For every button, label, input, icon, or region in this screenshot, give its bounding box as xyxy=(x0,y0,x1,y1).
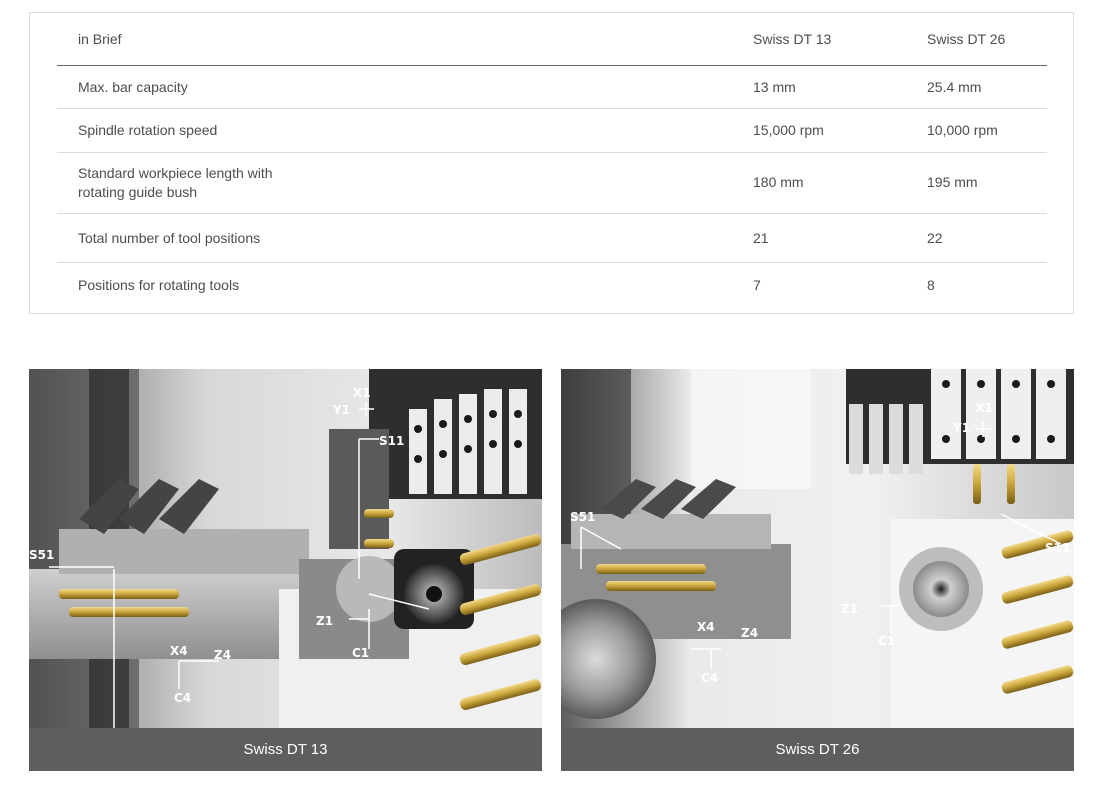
row-label-line2: rotating guide bush xyxy=(78,183,198,200)
axis-y1-label: Y1 xyxy=(952,421,970,435)
axis-z1-label: Z1 xyxy=(316,614,333,628)
machine-photo-dt26: X1 Y1 S11 S51 Z1 C1 X4 Z4 C4 xyxy=(561,369,1074,728)
row-value-dt26: 10,000 rpm xyxy=(906,108,1047,153)
axis-s51-label: S51 xyxy=(29,548,54,562)
axis-z4-label: Z4 xyxy=(741,626,758,640)
row-value-dt13: 180 mm xyxy=(732,152,906,214)
caption-dt26: Swiss DT 26 xyxy=(561,728,1074,771)
axis-c4-label: C4 xyxy=(701,671,718,685)
axis-x1-label: X1 xyxy=(975,401,993,415)
table-row: Positions for rotating tools 7 8 xyxy=(57,262,1047,307)
row-label: Standard workpiece length with rotating … xyxy=(57,152,732,214)
row-value-dt13: 15,000 rpm xyxy=(732,108,906,153)
figure-swiss-dt13: X1 Y1 S11 S51 Z1 C1 X4 Z4 C4 Swiss DT 13 xyxy=(29,369,542,771)
row-value-dt26: 8 xyxy=(927,276,935,293)
axis-s11-label: S11 xyxy=(379,434,404,448)
axis-y1-label: Y1 xyxy=(332,403,350,417)
row-value-dt26: 195 mm xyxy=(906,152,1047,214)
header-in-brief: in Brief xyxy=(57,13,732,66)
axis-s11-label: S11 xyxy=(1045,541,1070,555)
row-value-dt26: 25.4 mm xyxy=(906,65,1047,109)
row-value-dt13: 21 xyxy=(732,213,906,263)
header-swiss-dt26: Swiss DT 26 xyxy=(906,13,1047,66)
table-row: Total number of tool positions 21 22 xyxy=(57,213,1047,263)
axis-c1-label: C1 xyxy=(878,634,895,648)
row-label-line1: Standard workpiece length with xyxy=(78,164,273,181)
table-header-row: in Brief Swiss DT 13 Swiss DT 26 xyxy=(57,13,1047,66)
table-row: Standard workpiece length with rotating … xyxy=(57,152,1047,214)
axis-c4-label: C4 xyxy=(174,691,191,705)
table-row: Spindle rotation speed 15,000 rpm 10,000… xyxy=(57,108,1047,153)
axis-x4-label: X4 xyxy=(170,644,188,658)
axis-c1-label: C1 xyxy=(352,646,369,660)
row-value-dt13: 13 mm xyxy=(732,65,906,109)
axis-s51-label: S51 xyxy=(570,510,595,524)
row-label: Total number of tool positions xyxy=(57,213,732,263)
figure-swiss-dt26: X1 Y1 S11 S51 Z1 C1 X4 Z4 C4 Swiss DT 26 xyxy=(561,369,1074,771)
row-value-dt26: 22 xyxy=(906,213,1047,263)
axis-z1-label: Z1 xyxy=(841,602,858,616)
axis-z4-label: Z4 xyxy=(214,648,231,662)
machine-photo-dt13: X1 Y1 S11 S51 Z1 C1 X4 Z4 C4 xyxy=(29,369,542,728)
table-row: Max. bar capacity 13 mm 25.4 mm xyxy=(57,65,1047,109)
row-label: Spindle rotation speed xyxy=(57,108,732,153)
caption-dt13: Swiss DT 13 xyxy=(29,728,542,771)
row-label: Max. bar capacity xyxy=(57,65,732,109)
spec-table: in Brief Swiss DT 13 Swiss DT 26 Max. ba… xyxy=(57,13,1047,307)
axis-x1-label: X1 xyxy=(353,386,371,400)
row-value-dt13: 7 xyxy=(753,276,761,293)
header-swiss-dt13: Swiss DT 13 xyxy=(732,13,906,66)
axis-x4-label: X4 xyxy=(697,620,715,634)
spec-table-box: in Brief Swiss DT 13 Swiss DT 26 Max. ba… xyxy=(29,12,1074,314)
row-label: Positions for rotating tools xyxy=(78,276,240,293)
